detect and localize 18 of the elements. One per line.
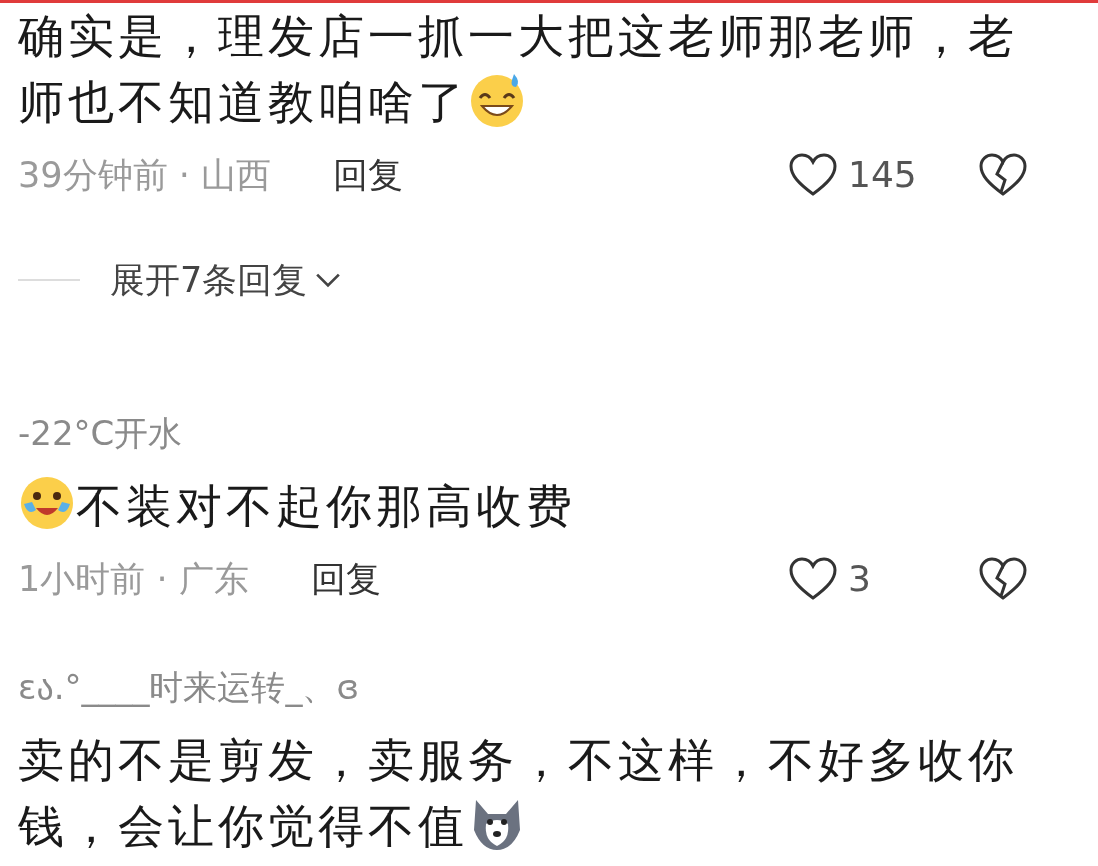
username: ɛა.°____时来运转_、ɞ <box>18 666 361 709</box>
like-icon[interactable] <box>788 556 838 602</box>
reply-link[interactable]: 回复 <box>332 148 403 202</box>
emoji-icon <box>18 474 76 532</box>
comment-text: 不装对不起你那高收费 <box>18 473 1028 539</box>
broken-heart-icon[interactable] <box>978 556 1028 602</box>
reply-link[interactable]: 回复 <box>310 552 381 606</box>
broken-heart-icon[interactable] <box>978 152 1028 198</box>
like-count: 3 <box>848 557 872 601</box>
like-icon[interactable] <box>788 152 838 198</box>
comment-time: 1小时前 · 广东 <box>18 557 249 601</box>
comment-text: 卖的不是剪发，卖服务，不这样，不好多收你钱，会让你觉得不值 <box>18 732 1019 855</box>
comment-time: 39分钟前 · 山西 <box>18 153 271 197</box>
like-count: 145 <box>848 153 918 197</box>
chevron-down-icon <box>315 271 342 289</box>
username: -22°C开水 <box>18 412 184 455</box>
expand-replies-link[interactable]: 展开7条回复 <box>110 253 342 307</box>
comment-text: 确实是，理发店一抓一大把这老师那老师，老师也不知道教咱啥了 <box>18 8 1019 131</box>
